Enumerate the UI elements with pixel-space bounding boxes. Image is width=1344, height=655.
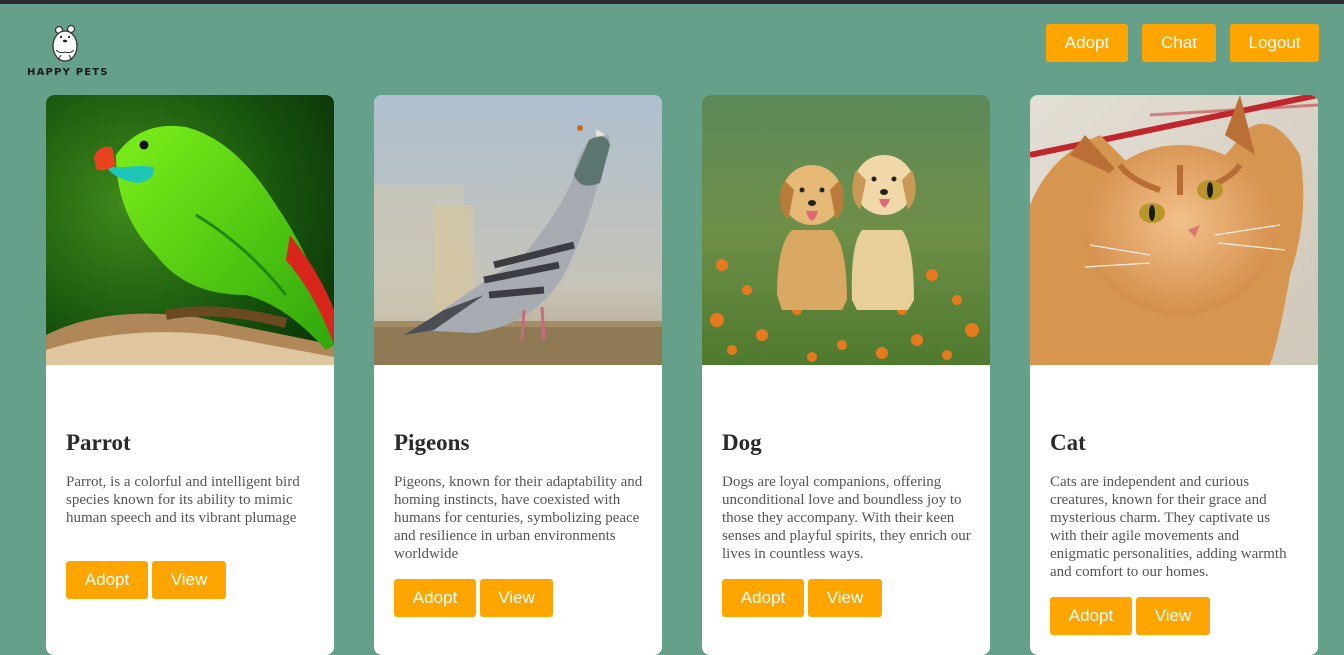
brand-logo[interactable]: HAPPY PETS	[26, 24, 110, 80]
adopt-button[interactable]: Adopt	[1050, 597, 1132, 635]
card-description: Parrot, is a colorful and intelligent bi…	[66, 474, 300, 526]
pet-card-pigeons: Pigeons Pigeons, known for their adaptab…	[374, 95, 662, 655]
top-border	[0, 0, 1344, 4]
view-button[interactable]: View	[480, 579, 553, 617]
brand-name: HAPPY PETS	[27, 67, 109, 78]
view-button[interactable]: View	[152, 561, 226, 599]
view-button[interactable]: View	[808, 579, 882, 617]
card-title: Dog	[722, 430, 762, 455]
cat-photo	[1030, 95, 1318, 365]
view-button[interactable]: View	[1136, 597, 1210, 635]
card-description: Pigeons, known for their adaptability an…	[394, 474, 643, 562]
nav-logout-button[interactable]: Logout	[1230, 24, 1319, 62]
nav-adopt-button[interactable]: Adopt	[1046, 24, 1128, 62]
card-title: Pigeons	[394, 430, 470, 455]
bear-logo-icon	[52, 24, 78, 62]
card-description: Cats are independent and curious creatur…	[1050, 474, 1287, 580]
card-title: Cat	[1050, 430, 1086, 455]
adopt-button[interactable]: Adopt	[722, 579, 804, 617]
pet-card-parrot: Parrot Parrot, is a colorful and intelli…	[46, 95, 334, 655]
nav-chat-button[interactable]: Chat	[1142, 24, 1216, 62]
card-description: Dogs are loyal companions, offering unco…	[722, 474, 971, 562]
card-title: Parrot	[66, 430, 131, 455]
pet-card-dog: Dog Dogs are loyal companions, offering …	[702, 95, 990, 655]
puppies-photo	[702, 95, 990, 365]
adopt-button[interactable]: Adopt	[66, 561, 148, 599]
adopt-button[interactable]: Adopt	[394, 579, 476, 617]
parrot-photo	[46, 95, 334, 365]
pigeon-photo	[374, 95, 662, 365]
pet-card-cat: Cat Cats are independent and curious cre…	[1030, 95, 1318, 655]
